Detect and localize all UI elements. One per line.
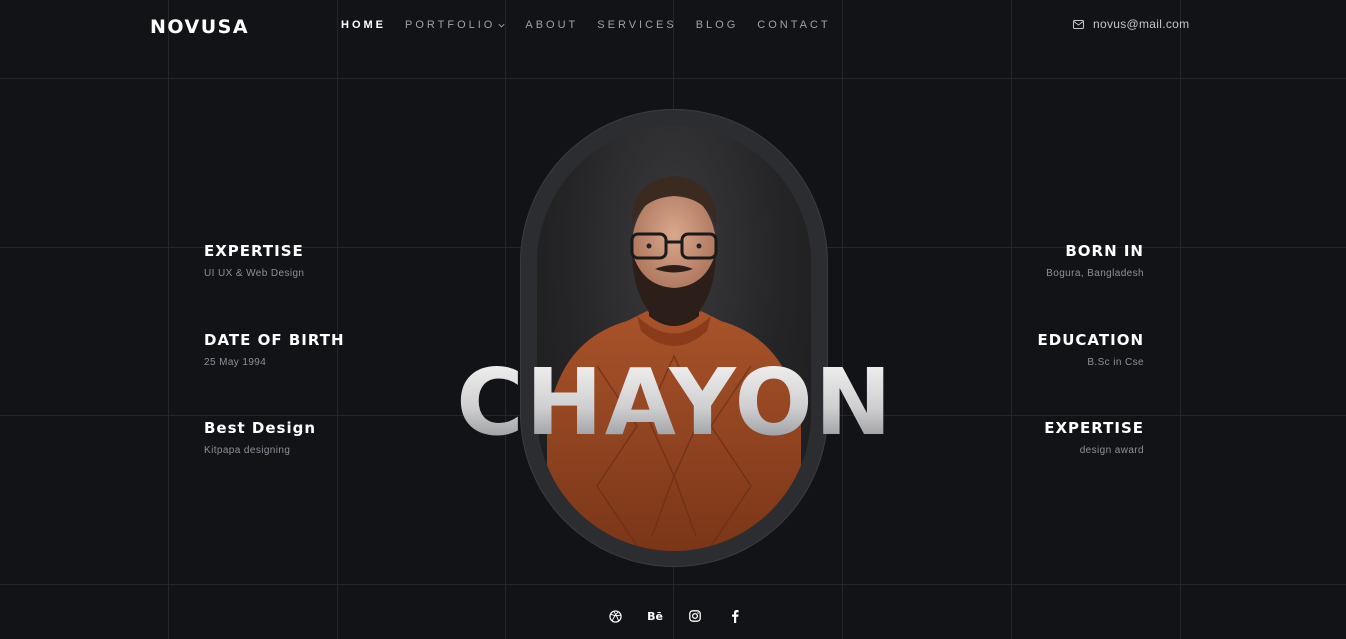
instagram-link[interactable] bbox=[688, 609, 702, 623]
chevron-down-icon bbox=[498, 23, 505, 27]
grid-line bbox=[0, 78, 1346, 79]
info-best-design: Best Design Kitpapa designing bbox=[204, 419, 316, 456]
info-value: UI UX & Web Design bbox=[204, 268, 305, 279]
email-address: novus@mail.com bbox=[1093, 17, 1190, 31]
nav-item-label: CONTACT bbox=[757, 19, 831, 31]
info-title: BORN IN bbox=[1065, 242, 1144, 260]
site-logo[interactable]: NOVUSA bbox=[150, 16, 249, 38]
behance-link[interactable]: Bē bbox=[647, 609, 663, 623]
facebook-link[interactable] bbox=[728, 609, 742, 623]
info-value: Kitpapa designing bbox=[204, 445, 291, 456]
info-expertise-award: EXPERTISE design award bbox=[1044, 419, 1144, 456]
info-title: Best Design bbox=[204, 419, 317, 437]
facebook-icon bbox=[732, 610, 739, 623]
grid-line bbox=[505, 0, 506, 639]
info-title: DATE OF BIRTH bbox=[204, 331, 345, 349]
info-title: EXPERTISE bbox=[204, 242, 304, 260]
grid-line bbox=[1180, 0, 1181, 639]
grid-line bbox=[1011, 0, 1012, 639]
info-value: design award bbox=[1079, 445, 1144, 456]
nav-item-label: SERVICES bbox=[597, 19, 677, 31]
dribbble-link[interactable] bbox=[608, 609, 622, 623]
nav-item-label: PORTFOLIO bbox=[405, 19, 496, 31]
portrait-illustration bbox=[547, 176, 801, 551]
nav-item-contact[interactable]: CONTACT bbox=[757, 19, 830, 31]
nav-item-home[interactable]: HOME bbox=[341, 19, 386, 31]
info-title: EDUCATION bbox=[1037, 331, 1144, 349]
info-title: EXPERTISE bbox=[1044, 419, 1144, 437]
info-value: 25 May 1994 bbox=[204, 357, 267, 368]
nav-item-blog[interactable]: BLOG bbox=[696, 19, 739, 31]
hero-name: CHAYON bbox=[440, 357, 910, 449]
behance-icon: Bē bbox=[647, 609, 663, 623]
info-value: B.Sc in Cse bbox=[1087, 357, 1144, 368]
grid-line bbox=[337, 0, 338, 639]
info-expertise: EXPERTISE UI UX & Web Design bbox=[204, 242, 304, 279]
social-links: Bē bbox=[608, 609, 768, 623]
grid-line bbox=[0, 584, 1346, 585]
info-education: EDUCATION B.Sc in Cse bbox=[1038, 331, 1144, 368]
dribbble-icon bbox=[608, 609, 622, 623]
nav-item-about[interactable]: ABOUT bbox=[525, 19, 578, 31]
instagram-icon bbox=[689, 610, 701, 622]
info-date-of-birth: DATE OF BIRTH 25 May 1994 bbox=[204, 331, 345, 368]
grid-line bbox=[168, 0, 169, 639]
grid-line bbox=[842, 0, 843, 639]
portrait-photo bbox=[537, 126, 811, 551]
info-value: Bogura, Bangladesh bbox=[1046, 268, 1144, 279]
info-born-in: BORN IN Bogura, Bangladesh bbox=[1046, 242, 1144, 279]
email-link[interactable]: novus@mail.com bbox=[1073, 17, 1189, 31]
envelope-icon bbox=[1073, 19, 1084, 29]
nav-item-services[interactable]: SERVICES bbox=[597, 19, 676, 31]
main-nav: HOME PORTFOLIO ABOUT SERVICES BLOG CONTA… bbox=[341, 19, 850, 31]
nav-item-portfolio[interactable]: PORTFOLIO bbox=[405, 19, 506, 31]
nav-item-label: ABOUT bbox=[525, 19, 579, 31]
nav-item-label: HOME bbox=[341, 19, 386, 31]
nav-item-label: BLOG bbox=[695, 19, 739, 31]
